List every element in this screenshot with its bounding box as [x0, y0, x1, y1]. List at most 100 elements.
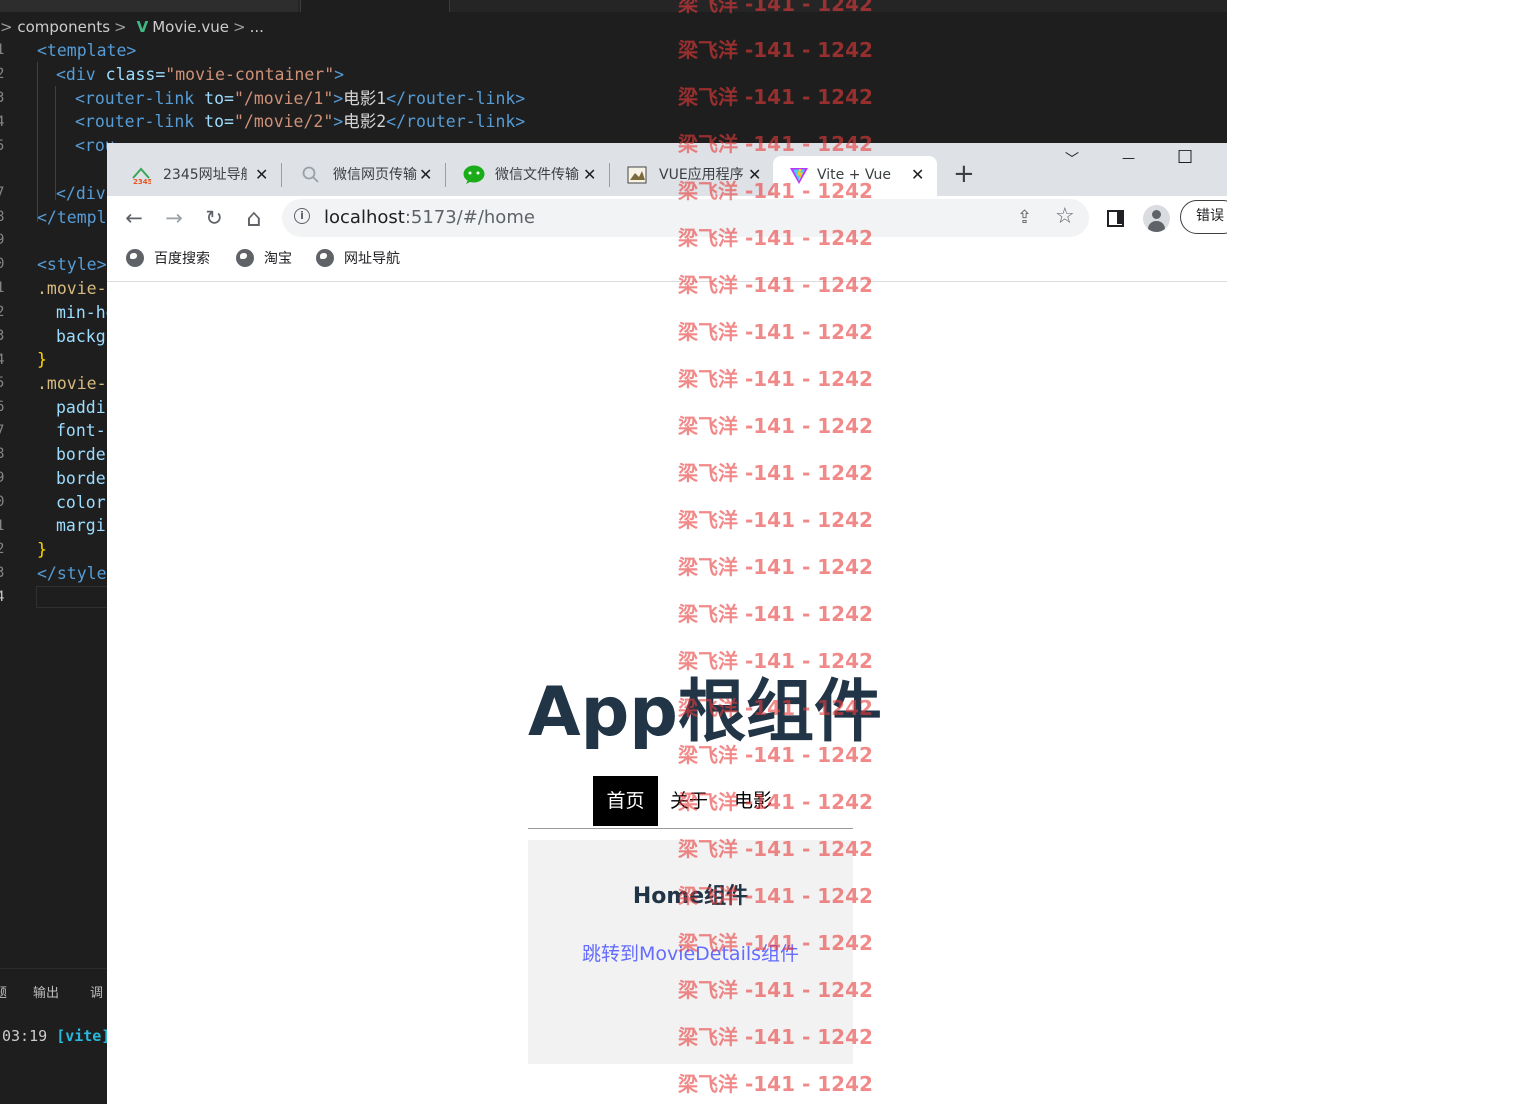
line-number: 1 — [0, 280, 5, 296]
line-number: 5 — [0, 375, 5, 391]
editor-tab[interactable] — [0, 0, 298, 12]
code-token: > — [334, 65, 345, 84]
code-line[interactable]: <div class="movie-container"> — [56, 63, 344, 87]
bookmark-taobao[interactable]: 淘宝 — [236, 248, 292, 270]
close-tab-icon[interactable]: ✕ — [748, 156, 761, 194]
bookmark-label: 淘宝 — [264, 251, 292, 267]
code-token: <template> — [37, 41, 137, 60]
code-line[interactable]: .movie-c — [37, 277, 116, 301]
url-text[interactable]: localhost:5173/#/home — [324, 199, 535, 237]
line-number: 4 — [0, 352, 5, 368]
close-tab-icon[interactable]: ✕ — [911, 156, 924, 194]
vue-file-icon: V — [136, 18, 149, 36]
line-number: 0 — [0, 494, 5, 510]
indent-guide — [37, 62, 38, 222]
code-token: to= — [204, 112, 234, 131]
code-token: "movie-container" — [165, 65, 335, 84]
code-token: } — [37, 540, 47, 559]
code-token: <style> — [37, 255, 107, 274]
side-panel-icon[interactable] — [1107, 210, 1124, 227]
editor-tab-bar — [0, 0, 1227, 12]
code-token: 电影1 — [343, 89, 387, 108]
browser-tab-2345[interactable]: 2345 2345网址导航 ✕ — [115, 156, 275, 196]
close-tab-icon[interactable]: ✕ — [419, 156, 432, 194]
code-token: color — [56, 493, 106, 512]
router-nav: 首页 关于 电影 — [528, 776, 853, 829]
error-button[interactable]: 错误 — [1180, 200, 1227, 234]
maximize-button[interactable]: ☐ — [1177, 147, 1193, 168]
line-number: 2 — [0, 66, 5, 82]
2345-logo-icon: 2345 — [132, 167, 151, 185]
terminal-tag: [vite] — [56, 1027, 111, 1045]
code-token: } — [37, 350, 47, 369]
search-icon — [302, 166, 319, 183]
bookmark-star-icon[interactable]: ☆ — [1055, 204, 1075, 229]
close-tab-icon[interactable]: ✕ — [583, 156, 596, 194]
code-line[interactable]: </style — [37, 562, 107, 586]
code-line[interactable]: } — [37, 538, 47, 562]
chevron-right-icon: > — [233, 18, 246, 36]
site-info-icon[interactable]: i — [294, 208, 310, 224]
tab-title: Vite + Vue — [817, 167, 892, 183]
globe-icon — [236, 249, 254, 267]
forward-button[interactable]: → — [160, 204, 188, 232]
breadcrumb-folder[interactable]: components — [17, 18, 110, 36]
code-line[interactable]: <router-link to="/movie/1">电影1</router-l… — [75, 87, 525, 111]
browser-tab-vue-app[interactable]: VUE应用程序 ✕ — [611, 156, 771, 196]
breadcrumb-file[interactable]: Movie.vue — [152, 18, 229, 36]
movie-details-link[interactable]: 跳转到MovieDetails组件 — [528, 939, 853, 966]
line-number: 6 — [0, 399, 5, 415]
browser-window: 2345 2345网址导航 ✕ 微信网页传输 ✕ 微信文件传输 ✕ VUE应用程… — [107, 143, 1227, 1103]
tab-separator — [281, 163, 282, 187]
nav-link-movie[interactable]: 电影 — [734, 776, 772, 826]
tab-search-dropdown-icon[interactable]: ﹀ — [1065, 149, 1079, 169]
nav-link-home[interactable]: 首页 — [593, 776, 658, 826]
code-line[interactable]: .movie-c — [37, 372, 116, 396]
code-token: class= — [105, 65, 166, 84]
code-token: </style — [37, 564, 107, 583]
code-line[interactable]: <template> — [37, 39, 136, 63]
panel-tab-debug[interactable]: 调 — [90, 982, 103, 1001]
globe-icon — [316, 249, 334, 267]
browser-tab-wechat-file[interactable]: 微信文件传输 ✕ — [447, 156, 607, 196]
code-line[interactable]: </div — [56, 182, 106, 206]
line-number: 2 — [0, 541, 5, 557]
line-number: 7 — [0, 185, 5, 201]
code-line[interactable]: } — [37, 348, 47, 372]
tab-separator — [445, 163, 446, 187]
line-number: 2 — [0, 304, 5, 320]
back-button[interactable]: ← — [120, 204, 148, 232]
code-line[interactable]: <router-link to="/movie/2">电影2</router-l… — [75, 110, 525, 134]
nav-link-about[interactable]: 关于 — [670, 776, 708, 826]
chevron-right-icon: > — [0, 18, 18, 36]
close-tab-icon[interactable]: ✕ — [255, 156, 268, 194]
code-line[interactable]: </templa — [37, 206, 116, 230]
panel-tab-problems[interactable]: 题 — [0, 982, 7, 1001]
profile-avatar-icon[interactable] — [1143, 205, 1170, 232]
bookmark-baidu[interactable]: 百度搜索 — [126, 248, 210, 270]
bookmark-nav[interactable]: 网址导航 — [316, 248, 400, 270]
code-line[interactable]: <style> — [37, 253, 107, 277]
panel-tab-output[interactable]: 输出 — [33, 982, 59, 1001]
share-icon[interactable]: ⇪ — [1017, 207, 1032, 228]
home-heading: Home组件 — [632, 884, 749, 909]
wechat-icon — [463, 165, 485, 184]
bookmarks-bar: 百度搜索 淘宝 网址导航 — [107, 240, 1227, 282]
line-number: 8 — [0, 209, 5, 225]
line-number: 1 — [0, 42, 5, 58]
browser-tab-vite-vue[interactable]: Vite + Vue ✕ — [773, 156, 937, 196]
code-token: <div — [56, 65, 106, 84]
page-title: App根组件 — [528, 673, 882, 752]
code-token: .movie-c — [37, 374, 117, 393]
editor-tab[interactable] — [300, 0, 450, 12]
minimize-button[interactable]: — — [1122, 151, 1135, 166]
home-button[interactable]: ⌂ — [240, 204, 268, 232]
breadcrumb-more[interactable]: ... — [250, 18, 264, 36]
code-line[interactable]: color — [56, 491, 106, 515]
new-tab-button[interactable]: + — [953, 159, 975, 189]
address-bar[interactable]: i localhost:5173/#/home ⇪ ☆ — [282, 199, 1089, 237]
browser-tab-wechat-web[interactable]: 微信网页传输 ✕ — [285, 156, 445, 196]
line-number: 3 — [0, 328, 5, 344]
reload-button[interactable]: ↻ — [200, 204, 228, 232]
tab-title: 微信网页传输 — [333, 167, 417, 183]
